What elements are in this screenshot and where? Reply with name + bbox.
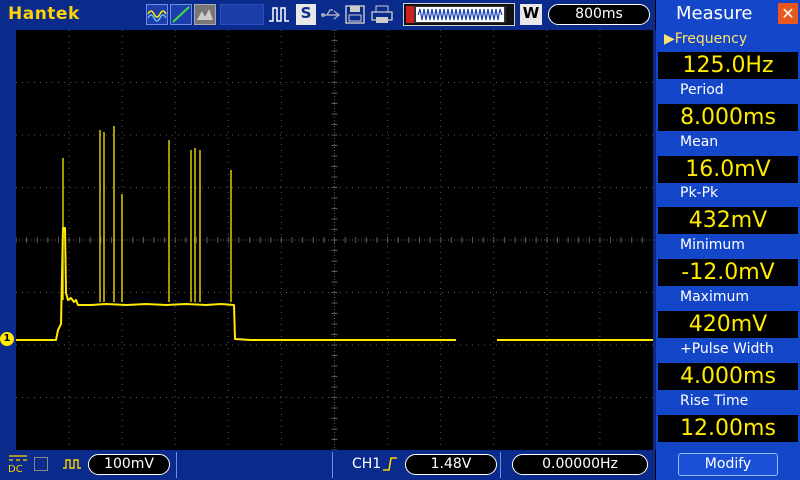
invert-icon[interactable] (62, 457, 82, 474)
memory-position-marker (406, 6, 414, 23)
measure-label-frequency[interactable]: ▶Frequency (656, 28, 800, 50)
usb-icon (320, 4, 342, 25)
trigger-source[interactable]: CH1 (352, 456, 381, 472)
save-disk-icon[interactable] (344, 4, 366, 25)
status-slot (220, 4, 264, 25)
memory-depth-indicator (403, 3, 515, 26)
measure-value-frequency: 125.0Hz (658, 52, 798, 79)
timebase-readout[interactable]: 800ms (548, 4, 650, 25)
waveform-display[interactable] (16, 30, 653, 450)
volts-per-div-readout[interactable]: 100mV (88, 454, 170, 475)
measure-panel-header: Measure ✕ (656, 0, 800, 28)
divider (176, 452, 177, 478)
divider (332, 452, 333, 478)
measure-value-period: 8.000ms (658, 104, 798, 131)
waveform-button[interactable]: W (520, 4, 542, 25)
measure-label-rise-time[interactable]: Rise Time (656, 390, 800, 412)
close-button[interactable]: ✕ (778, 3, 798, 24)
measure-label-pk-pk[interactable]: Pk-Pk (656, 182, 800, 204)
modify-button[interactable]: Modify (678, 453, 778, 476)
memory-bar (406, 6, 506, 23)
measure-value-pulse-width: 4.000ms (658, 363, 798, 390)
save-mode-button[interactable]: S (296, 4, 316, 25)
display-mode-icon[interactable] (194, 4, 216, 25)
printer-icon[interactable] (370, 4, 394, 25)
measure-label-mean[interactable]: Mean (656, 131, 800, 153)
measure-value-rise-time: 12.00ms (658, 415, 798, 442)
measure-label-pulse-width[interactable]: +Pulse Width (656, 338, 800, 360)
waveform-mode-icon[interactable] (146, 4, 168, 25)
measure-panel: Measure ✕ ▶Frequency 125.0Hz Period 8.00… (656, 0, 800, 480)
channel-1-marker[interactable]: 1 (0, 332, 14, 346)
measure-value-maximum: 420mV (658, 311, 798, 338)
bandwidth-limit-icon[interactable] (34, 457, 48, 471)
rising-edge-icon[interactable] (381, 455, 399, 477)
coupling-label: DC (8, 464, 23, 475)
measure-panel-title: Measure (676, 3, 753, 24)
selected-arrow-icon: ▶ (664, 31, 675, 47)
coupling-indicator[interactable]: DC (8, 454, 28, 475)
measure-value-pk-pk: 432mV (658, 207, 798, 234)
trigger-frequency-readout: 0.00000Hz (512, 454, 648, 475)
trigger-pulse-icon[interactable] (268, 4, 290, 25)
measure-label-minimum[interactable]: Minimum (656, 234, 800, 256)
measure-value-minimum: -12.0mV (658, 259, 798, 286)
measure-label-period[interactable]: Period (656, 79, 800, 101)
channel-offset-strip (0, 30, 16, 450)
measure-label-maximum[interactable]: Maximum (656, 286, 800, 308)
brand-logo: Hantek (8, 4, 80, 24)
trigger-level-readout[interactable]: 1.48V (405, 454, 497, 475)
divider (500, 452, 501, 478)
top-toolbar: Hantek S W 800ms (0, 0, 655, 30)
slope-icon[interactable] (170, 4, 192, 25)
measure-value-mean: 16.0mV (658, 156, 798, 183)
